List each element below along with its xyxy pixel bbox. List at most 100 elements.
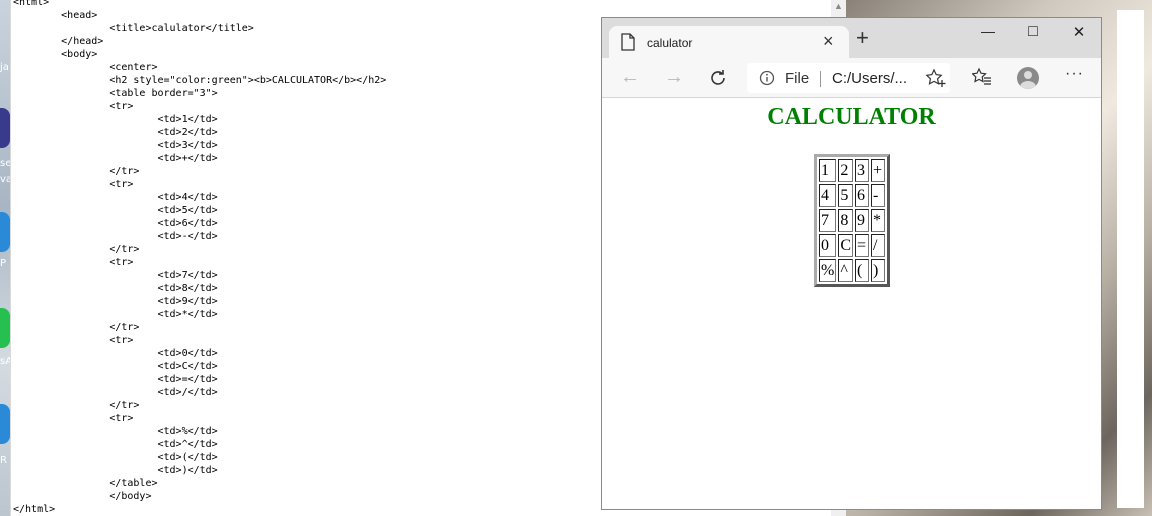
code-line[interactable]: <tr> [13,100,133,113]
forward-arrow-icon[interactable]: → [664,66,684,88]
code-line[interactable]: <td>%</td> [13,425,217,438]
code-line[interactable]: <td>2</td> [13,126,217,139]
desktop-icon-label: P [0,258,7,269]
scroll-up-arrow-icon[interactable]: ▲ [834,1,843,11]
new-tab-icon[interactable]: + [856,27,869,49]
code-line[interactable]: <html> [13,0,49,9]
code-line[interactable]: </tr> [13,321,139,334]
table-cell: + [871,159,885,182]
table-cell: 6 [855,184,869,207]
desktop-panel [1117,10,1144,508]
whatsapp-icon[interactable] [0,308,10,348]
browser-toolbar: ← → File C:/Users/... ··· [602,58,1101,98]
code-line[interactable]: <td>)</td> [13,464,217,477]
address-divider [820,71,821,87]
page-icon [621,33,635,56]
back-arrow-icon[interactable]: ← [620,66,640,88]
code-line[interactable]: <head> [13,9,97,22]
code-line[interactable]: <td>9</td> [13,295,217,308]
code-line[interactable]: <h2 style="color:green"><b>CALCULATOR</b… [13,74,386,87]
desktop-icon-label: ja [0,62,9,73]
code-line[interactable]: <tr> [13,178,133,191]
code-line[interactable]: </tr> [13,243,139,256]
table-cell: % [819,259,837,282]
code-line[interactable]: <center> [13,61,157,74]
title-bar[interactable]: calulator × + — □ ✕ [602,18,1101,58]
desktop-app-icon[interactable] [0,108,10,148]
tab-close-icon[interactable]: × [823,31,834,51]
code-line[interactable]: <table border="3"> [13,87,217,100]
table-cell: = [855,234,869,257]
code-line[interactable]: <td>8</td> [13,282,217,295]
code-line[interactable]: </body> [13,490,151,503]
table-cell: 2 [838,159,853,182]
code-line[interactable]: <td>5</td> [13,204,217,217]
code-line[interactable]: <body> [13,48,97,61]
table-cell: 5 [838,184,853,207]
desktop-left-strip: ja se va P sA R [0,0,10,516]
favorites-icon[interactable] [971,67,992,92]
minimize-button[interactable]: — [978,23,998,43]
table-cell: - [871,184,885,207]
maximize-button[interactable]: □ [1023,23,1043,43]
desktop-app-icon[interactable] [0,404,10,444]
code-line[interactable]: <tr> [13,256,133,269]
code-line[interactable]: </tr> [13,399,139,412]
code-line[interactable]: <td>-</td> [13,230,217,243]
code-line[interactable]: <td>4</td> [13,191,217,204]
address-bar[interactable]: File C:/Users/... [747,63,950,93]
refresh-icon[interactable] [708,68,728,93]
table-cell: ^ [838,259,853,282]
close-window-button[interactable]: ✕ [1069,23,1089,43]
code-line[interactable]: <td>1</td> [13,113,217,126]
desktop-icon-label: sA [0,356,10,367]
table-row: 7 8 9 * [819,209,885,232]
table-row: 456- [819,184,885,207]
desktop-icon-label: se [0,158,10,169]
page-content: CALCULATOR 1 2 3 +4 5 6-7 8 9 * 0 C = /% ^() [602,98,1101,509]
table-row: 1 2 3 + [819,159,885,182]
code-line[interactable]: <td>6</td> [13,217,217,230]
code-line[interactable]: <td>^</td> [13,438,217,451]
table-cell: * [871,209,885,232]
page-heading: CALCULATOR [767,104,936,130]
table-cell: 3 [855,159,869,182]
table-cell: 4 [819,184,837,207]
code-line[interactable]: </tr> [13,165,139,178]
code-line[interactable]: <title>calulator</title> [13,22,254,35]
code-line[interactable]: <td>3</td> [13,139,217,152]
table-cell: ( [855,259,869,282]
info-icon[interactable] [759,70,775,91]
code-line[interactable]: <td>/</td> [13,386,217,399]
code-line[interactable]: <tr> [13,412,133,425]
table-cell: 9 [855,209,869,232]
table-cell: ) [871,259,885,282]
code-line[interactable]: <td>*</td> [13,308,217,321]
tab-calculator[interactable]: calulator × [609,26,849,58]
desktop-icon-label: va [0,174,10,185]
code-line[interactable]: <td>7</td> [13,269,217,282]
code-line[interactable]: <td>(</td> [13,451,217,464]
code-line[interactable]: </html> [13,503,55,516]
code-line[interactable]: <td>=</td> [13,373,217,386]
table-cell: / [871,234,885,257]
code-line[interactable]: </table> [13,477,157,490]
address-scheme: File [785,70,810,87]
table-cell: C [838,234,853,257]
more-options-icon[interactable]: ··· [1065,65,1084,83]
code-line[interactable]: <tr> [13,334,133,347]
profile-avatar-icon[interactable] [1017,67,1039,89]
table-row: 0 C = / [819,234,885,257]
code-line[interactable]: <td>+</td> [13,152,217,165]
code-line[interactable]: <td>0</td> [13,347,217,360]
add-favorite-icon[interactable] [925,68,947,93]
code-line[interactable]: </head> [13,35,103,48]
desktop-app-icon[interactable] [0,212,10,252]
table-cell: 0 [819,234,837,257]
table-cell: 1 [819,159,837,182]
table-row: % ^() [819,259,885,282]
browser-window: calulator × + — □ ✕ ← → File C:/Users/..… [601,17,1102,510]
address-url[interactable]: C:/Users/... [832,70,907,87]
desktop-icon-label: R [0,455,7,466]
code-line[interactable]: <td>C</td> [13,360,217,373]
